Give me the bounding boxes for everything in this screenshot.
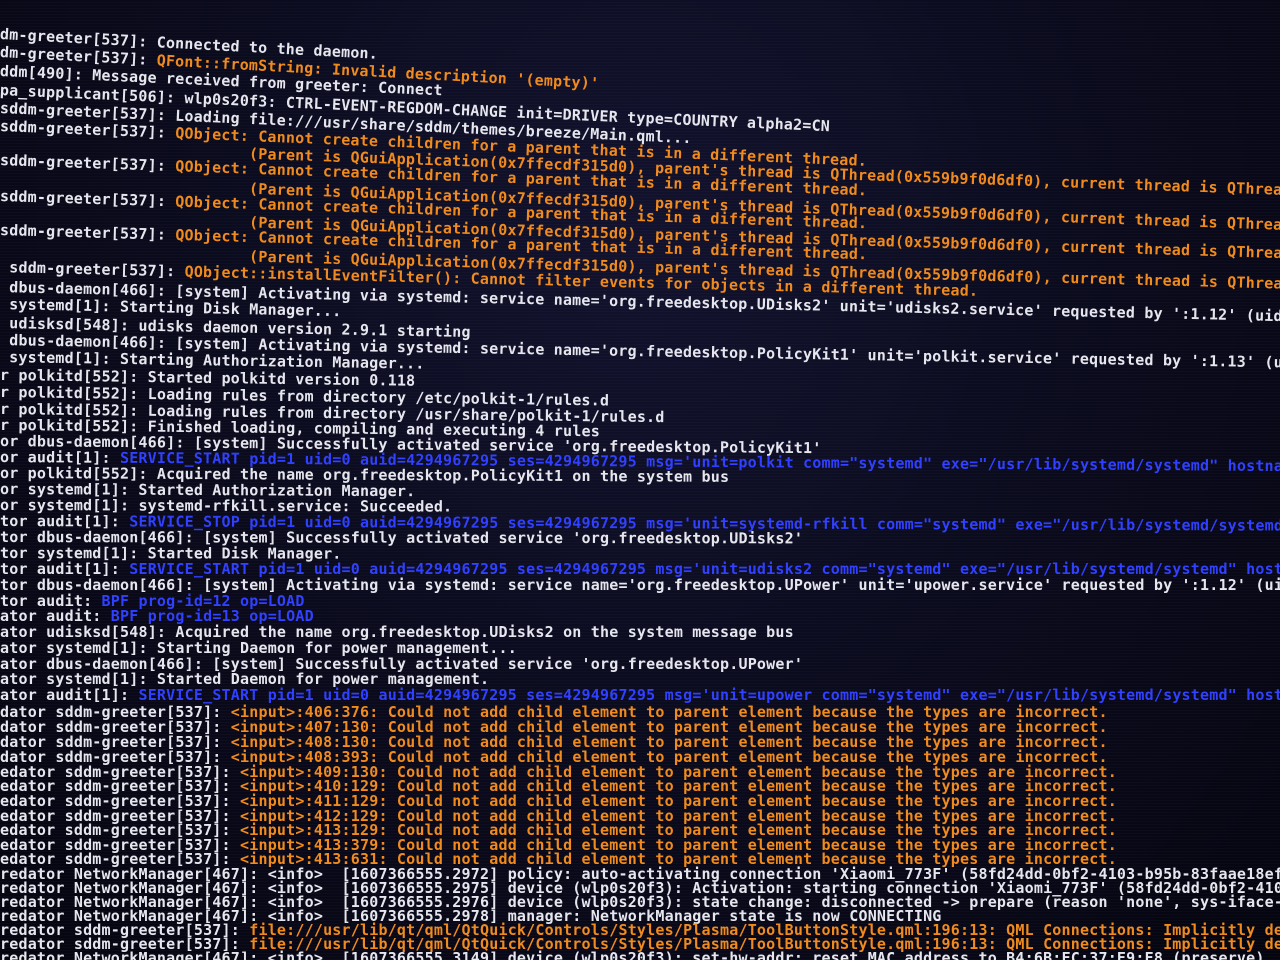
log-text: redator NetworkManager[467]: <info> [160… xyxy=(0,949,1265,960)
tty-console-screen: dm-greeter[537]: Connected to the daemon… xyxy=(0,0,1280,960)
log-text: ator audit[1]: xyxy=(0,686,139,704)
log-line: ator audit[1]: SERVICE_START pid=1 uid=0… xyxy=(0,687,1280,704)
log-audit-text: SERVICE_START pid=1 uid=0 auid=429496729… xyxy=(138,686,1280,704)
log-line: redator NetworkManager[467]: <info> [160… xyxy=(0,950,1265,960)
log-text: sddm-greeter[537]: xyxy=(0,258,185,281)
log-text: sddm-greeter[537]: xyxy=(0,221,176,244)
